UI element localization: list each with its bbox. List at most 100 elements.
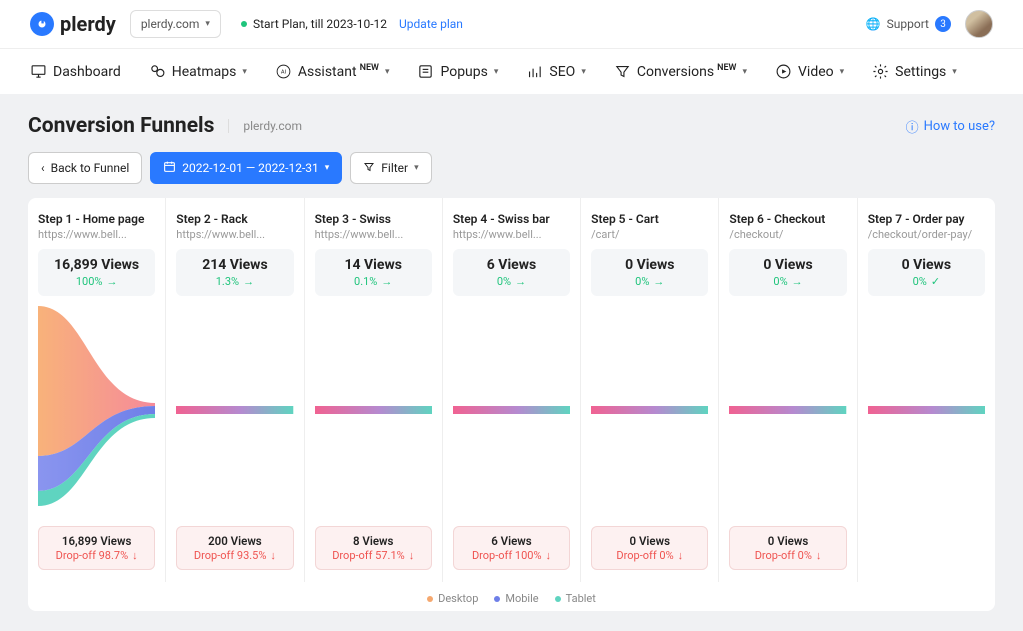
page-header: Conversion Funnels plerdy.com ⓘ How to u… bbox=[28, 114, 995, 138]
chevron-down-icon: ▾ bbox=[494, 67, 499, 77]
update-plan-link[interactable]: Update plan bbox=[399, 17, 463, 31]
how-to-use-link[interactable]: ⓘ How to use? bbox=[906, 117, 995, 136]
step-title: Step 2 - Rack bbox=[176, 212, 293, 226]
filter-button[interactable]: Filter ▾ bbox=[350, 152, 431, 184]
funnel-step: Step 1 - Home page https://www.bell... 1… bbox=[28, 198, 166, 582]
support-badge: 3 bbox=[935, 16, 951, 32]
step-url: https://www.bell... bbox=[38, 228, 155, 241]
arrow-right-icon: → bbox=[243, 275, 254, 288]
dropoff-pct: Drop-off 100% ↓ bbox=[460, 549, 563, 562]
legend: Desktop Mobile Tablet bbox=[28, 582, 995, 611]
arrow-down-icon: ↓ bbox=[270, 549, 276, 562]
status-dot bbox=[241, 21, 247, 27]
views-pct: 0% ✓ bbox=[874, 275, 979, 288]
menu-popups[interactable]: Popups▾ bbox=[417, 63, 498, 80]
dropoff-box: 200 Views Drop-off 93.5% ↓ bbox=[176, 526, 293, 570]
arrow-right-icon: → bbox=[381, 275, 392, 288]
gear-icon bbox=[872, 63, 889, 80]
legend-desktop: Desktop bbox=[427, 592, 478, 605]
menubar: Dashboard Heatmaps▾ AI AssistantNEW▾ Pop… bbox=[0, 48, 1023, 94]
views-count: 0 Views bbox=[597, 257, 702, 273]
seo-icon bbox=[526, 63, 543, 80]
flow-chart bbox=[315, 306, 432, 516]
menu-heatmaps[interactable]: Heatmaps▾ bbox=[149, 63, 247, 80]
legend-mobile: Mobile bbox=[494, 592, 538, 605]
menu-settings[interactable]: Settings▾ bbox=[872, 63, 957, 80]
dropoff-box: 0 Views Drop-off 0% ↓ bbox=[729, 526, 846, 570]
step-url: /cart/ bbox=[591, 228, 708, 241]
page-title: Conversion Funnels bbox=[28, 114, 214, 138]
controls-row: ‹ Back to Funnel 2022-12-01 — 2022-12-31… bbox=[28, 152, 995, 184]
funnel-step: Step 4 - Swiss bar https://www.bell... 6… bbox=[443, 198, 581, 582]
arrow-right-icon: → bbox=[653, 275, 664, 288]
views-pct: 100% → bbox=[44, 275, 149, 288]
arrow-down-icon: ↓ bbox=[678, 549, 684, 562]
funnel-step: Step 2 - Rack https://www.bell... 214 Vi… bbox=[166, 198, 304, 582]
support-link[interactable]: 🌐 Support 3 bbox=[866, 16, 951, 32]
heatmap-icon bbox=[149, 63, 166, 80]
views-box: 0 Views 0% ✓ bbox=[868, 249, 985, 296]
views-box: 14 Views 0.1% → bbox=[315, 249, 432, 296]
funnel-step: Step 5 - Cart /cart/ 0 Views 0% → 0 View… bbox=[581, 198, 719, 582]
flow-chart bbox=[176, 306, 293, 516]
menu-video[interactable]: Video▾ bbox=[775, 63, 844, 80]
views-count: 16,899 Views bbox=[44, 257, 149, 273]
views-count: 0 Views bbox=[874, 257, 979, 273]
step-title: Step 3 - Swiss bbox=[315, 212, 432, 226]
dropoff-pct: Drop-off 98.7% ↓ bbox=[45, 549, 148, 562]
funnel-steps-row: Step 1 - Home page https://www.bell... 1… bbox=[28, 198, 995, 582]
filter-icon bbox=[363, 161, 375, 176]
daterange-picker[interactable]: 2022-12-01 — 2022-12-31 ▾ bbox=[150, 152, 342, 184]
views-box: 16,899 Views 100% → bbox=[38, 249, 155, 296]
dropoff-pct: Drop-off 57.1% ↓ bbox=[322, 549, 425, 562]
chevron-down-icon: ▾ bbox=[952, 67, 957, 77]
views-pct: 0% → bbox=[597, 275, 702, 288]
dropoff-views: 8 Views bbox=[322, 534, 425, 548]
dropoff-views: 0 Views bbox=[598, 534, 701, 548]
dropoff-box: 0 Views Drop-off 0% ↓ bbox=[591, 526, 708, 570]
views-pct: 0% → bbox=[459, 275, 564, 288]
help-icon: ⓘ bbox=[906, 117, 919, 136]
arrow-right-icon: → bbox=[515, 275, 526, 288]
views-count: 14 Views bbox=[321, 257, 426, 273]
funnel-step: Step 6 - Checkout /checkout/ 0 Views 0% … bbox=[719, 198, 857, 582]
dropoff-pct: Drop-off 93.5% ↓ bbox=[183, 549, 286, 562]
step-url: https://www.bell... bbox=[315, 228, 432, 241]
step-title: Step 1 - Home page bbox=[38, 212, 155, 226]
views-count: 0 Views bbox=[735, 257, 840, 273]
menu-conversions[interactable]: ConversionsNEW▾ bbox=[614, 63, 747, 80]
chevron-down-icon: ▾ bbox=[385, 67, 390, 77]
menu-assistant[interactable]: AI AssistantNEW▾ bbox=[275, 63, 390, 80]
dropoff-pct: Drop-off 0% ↓ bbox=[598, 549, 701, 562]
views-box: 0 Views 0% → bbox=[591, 249, 708, 296]
menu-dashboard[interactable]: Dashboard bbox=[30, 63, 121, 80]
chevron-down-icon: ▾ bbox=[205, 19, 210, 29]
back-to-funnel-button[interactable]: ‹ Back to Funnel bbox=[28, 152, 142, 184]
dropoff-views: 6 Views bbox=[460, 534, 563, 548]
dropoff-views: 16,899 Views bbox=[45, 534, 148, 548]
arrow-right-icon: ✓ bbox=[931, 275, 940, 288]
brand-logo[interactable]: plerdy bbox=[30, 12, 116, 36]
step-title: Step 6 - Checkout bbox=[729, 212, 846, 226]
globe-icon: 🌐 bbox=[866, 17, 881, 31]
chevron-down-icon: ▾ bbox=[742, 67, 747, 77]
dropoff-pct: Drop-off 0% ↓ bbox=[736, 549, 839, 562]
video-icon bbox=[775, 63, 792, 80]
step-url: /checkout/order-pay/ bbox=[868, 228, 985, 241]
domain-selector[interactable]: plerdy.com ▾ bbox=[130, 10, 221, 38]
menu-seo[interactable]: SEO▾ bbox=[526, 63, 585, 80]
dropoff-box: 16,899 Views Drop-off 98.7% ↓ bbox=[38, 526, 155, 570]
flow-chart bbox=[729, 306, 846, 516]
dropoff-box: 8 Views Drop-off 57.1% ↓ bbox=[315, 526, 432, 570]
flow-chart bbox=[868, 306, 985, 516]
step-url: https://www.bell... bbox=[453, 228, 570, 241]
views-count: 6 Views bbox=[459, 257, 564, 273]
chevron-down-icon: ▾ bbox=[325, 163, 330, 173]
views-count: 214 Views bbox=[182, 257, 287, 273]
flow-chart bbox=[591, 306, 708, 516]
funnel-step: Step 7 - Order pay /checkout/order-pay/ … bbox=[858, 198, 995, 582]
avatar[interactable] bbox=[965, 10, 993, 38]
arrow-down-icon: ↓ bbox=[546, 549, 552, 562]
ai-icon: AI bbox=[275, 63, 292, 80]
dropoff-views: 0 Views bbox=[736, 534, 839, 548]
